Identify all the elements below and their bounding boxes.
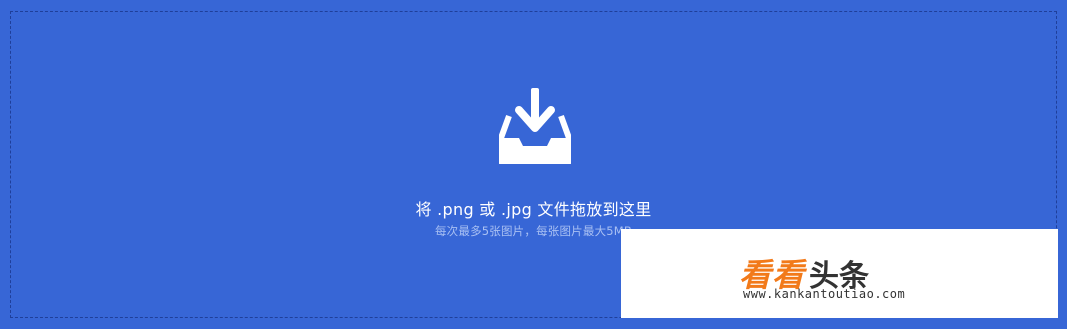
drop-instruction-text: 将 .png 或 .jpg 文件拖放到这里 <box>415 200 652 219</box>
watermark-url: www.kankantoutiao.com <box>743 287 906 301</box>
upload-page: 将 .png 或 .jpg 文件拖放到这里 每次最多5张图片，每张图片最大5MB… <box>0 0 1067 329</box>
watermark-overlay: 看看 头条 www.kankantoutiao.com <box>621 229 1058 318</box>
tray-download-icon <box>499 88 571 164</box>
